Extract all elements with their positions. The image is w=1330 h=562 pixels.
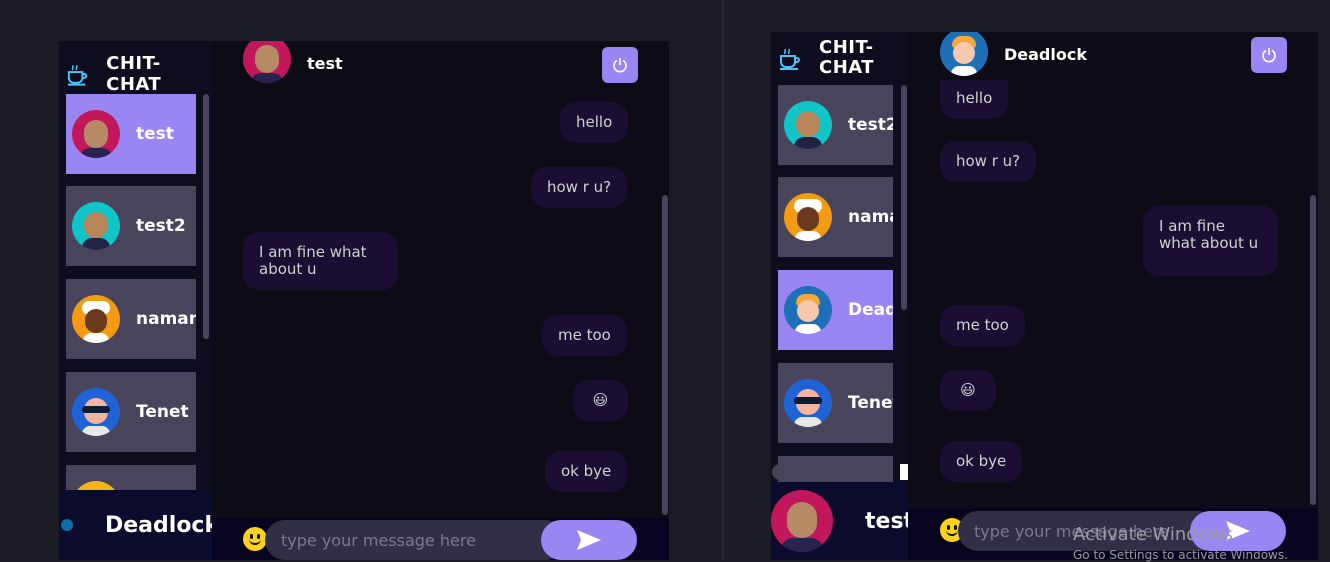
scroll-corner bbox=[900, 464, 908, 480]
logout-button[interactable] bbox=[1251, 37, 1287, 73]
chat-header: test bbox=[243, 41, 343, 85]
message-input[interactable]: type your message here bbox=[265, 520, 565, 560]
chat-contact-name: Deadlock bbox=[1004, 44, 1087, 64]
contacts-sidebar: CHIT-CHAT test2 naman Deadlock bbox=[771, 32, 908, 482]
send-button[interactable] bbox=[541, 520, 637, 560]
contact-name: test2 bbox=[848, 115, 893, 135]
contact-naman[interactable]: naman bbox=[66, 279, 196, 359]
brand: CHIT-CHAT bbox=[777, 38, 879, 78]
brand: CHIT-CHAT bbox=[65, 53, 212, 95]
logout-button[interactable] bbox=[602, 47, 638, 83]
message-received: I am fine what about u bbox=[243, 232, 398, 290]
app-title: CHIT-CHAT bbox=[819, 37, 875, 78]
message-sent: ok bye bbox=[545, 451, 628, 492]
message-input-bar: type your message here bbox=[212, 518, 669, 560]
contact-name: test bbox=[136, 124, 174, 144]
message-sent: me too bbox=[542, 315, 627, 356]
user-avatar-icon bbox=[61, 519, 73, 531]
blonde-horned-avatar-icon bbox=[940, 32, 988, 76]
contact-tenet[interactable]: Tenet bbox=[778, 363, 893, 443]
contact-name: naman bbox=[136, 309, 196, 329]
message-sent: 😃 bbox=[573, 380, 628, 421]
chat-scrollbar[interactable] bbox=[662, 195, 668, 515]
horizontal-scrollbar[interactable] bbox=[772, 464, 876, 480]
blonde-horned-avatar-icon bbox=[784, 286, 832, 334]
sidebar-scrollbar[interactable] bbox=[203, 94, 209, 339]
contact-tenet[interactable]: Tenet bbox=[66, 372, 196, 452]
pink-hair-avatar-icon bbox=[771, 490, 833, 552]
pink-hair-avatar-icon bbox=[243, 41, 291, 83]
left-window: CHIT-CHAT test test2 naman Tenet Deadloc… bbox=[0, 0, 724, 560]
message-received: 😃 bbox=[940, 370, 996, 411]
orange-white-hair-avatar-icon bbox=[784, 193, 832, 241]
contact-test2[interactable]: test2 bbox=[778, 85, 893, 165]
teal-horned-avatar-icon bbox=[72, 202, 120, 250]
chat-panel: test hello how r u? I am fine what about… bbox=[212, 41, 669, 560]
current-user-panel: test bbox=[771, 482, 914, 560]
orange-white-hair-avatar-icon bbox=[72, 295, 120, 343]
message-received: ok bye bbox=[940, 441, 1023, 482]
teal-horned-avatar-icon bbox=[784, 101, 832, 149]
activate-windows-title: Activate Windows bbox=[1073, 524, 1233, 545]
message-sent: how r u? bbox=[531, 167, 628, 208]
contact-naman[interactable]: naman bbox=[778, 177, 893, 257]
chat-scrollbar[interactable] bbox=[1310, 195, 1316, 505]
current-user-name: test bbox=[865, 508, 915, 534]
contact-test2[interactable]: test2 bbox=[66, 186, 196, 266]
chat-header: Deadlock bbox=[940, 32, 1087, 76]
chat-panel: Deadlock hello how r u? I am fine what a… bbox=[908, 32, 1318, 508]
chat-contact-name: test bbox=[307, 53, 343, 73]
message-received: how r u? bbox=[940, 141, 1037, 182]
message-sent: I am fine what about u bbox=[1143, 206, 1278, 276]
current-user-name: Deadlock bbox=[105, 512, 220, 538]
contact-name: Tenet bbox=[848, 393, 893, 413]
contact-deadlock[interactable]: Deadlock bbox=[778, 270, 893, 350]
send-icon bbox=[577, 530, 601, 550]
right-window: CHIT-CHAT test2 naman Deadlock bbox=[724, 0, 1330, 562]
power-icon bbox=[1262, 48, 1276, 63]
app-title: CHIT-CHAT bbox=[106, 53, 162, 95]
blue-visor-avatar-icon bbox=[72, 388, 120, 436]
blue-visor-avatar-icon bbox=[784, 379, 832, 427]
contact-name: Deadlock bbox=[848, 300, 893, 320]
contact-name: test2 bbox=[136, 216, 186, 236]
current-user-panel: Deadlock bbox=[59, 490, 219, 560]
contacts-sidebar: CHIT-CHAT test test2 naman Tenet bbox=[59, 41, 212, 560]
emoji-picker-button[interactable] bbox=[243, 527, 267, 551]
contact-name: naman bbox=[848, 207, 893, 227]
coffee-cup-icon bbox=[67, 64, 88, 86]
sidebar-scrollbar[interactable] bbox=[901, 85, 907, 310]
message-received: hello bbox=[940, 80, 1009, 119]
message-received: me too bbox=[940, 305, 1025, 346]
message-sent: hello bbox=[560, 102, 629, 143]
contact-name: Tenet bbox=[136, 402, 189, 422]
pink-hair-avatar-icon bbox=[72, 110, 120, 158]
power-icon bbox=[613, 58, 627, 73]
coffee-cup-icon bbox=[780, 48, 800, 70]
contact-test[interactable]: test bbox=[66, 94, 196, 174]
